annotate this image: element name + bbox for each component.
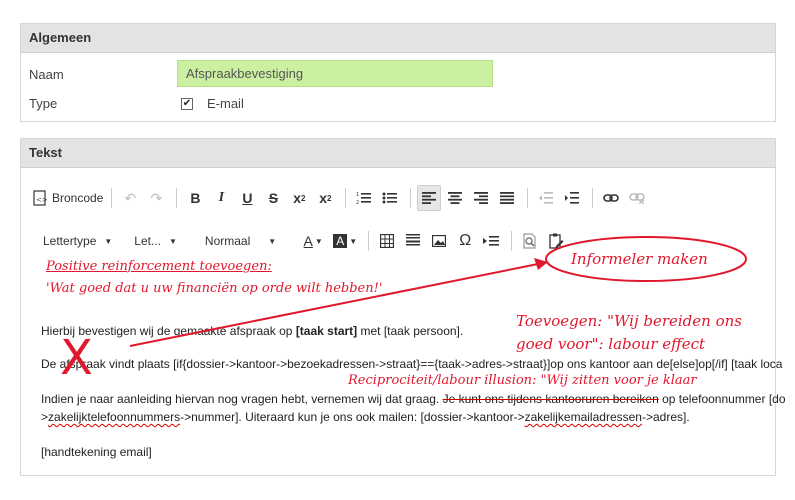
annotation-arrow-line <box>129 261 549 347</box>
annotation-positive-2: 'Wat goed dat u uw financiën op orde wil… <box>46 281 383 296</box>
annotation-positive-1: Positive reinforcement toevoegen: <box>46 259 272 274</box>
annotation-reciprocity: Reciprociteit/labour illusion: "Wij zitt… <box>348 373 697 388</box>
annotation-informal: Informeler maken <box>571 250 708 268</box>
annotation-labour-1: Toevoegen: "Wij bereiden ons <box>516 312 742 330</box>
annotation-labour-2: goed voor": labour effect <box>516 335 706 353</box>
annotation-cross-mark: X <box>60 330 93 386</box>
